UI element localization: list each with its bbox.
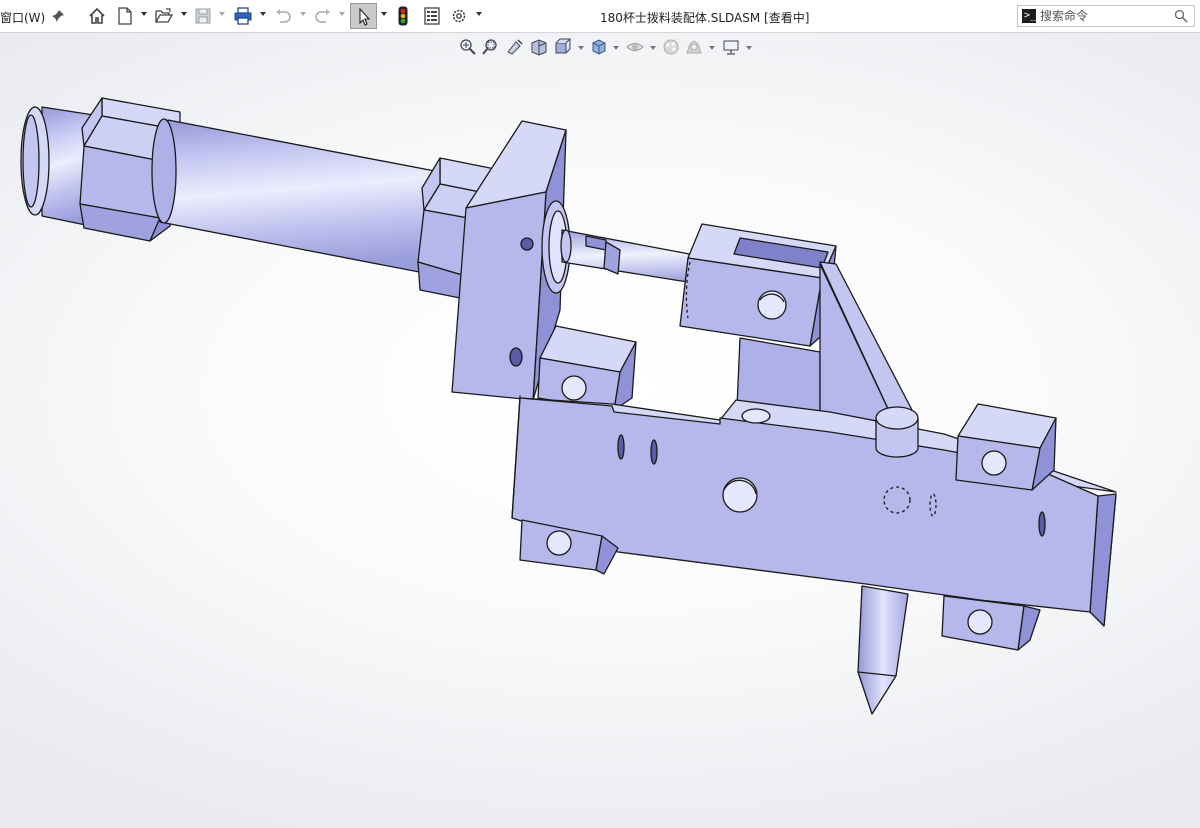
- command-prompt-icon: >_: [1022, 9, 1037, 23]
- previous-view-icon[interactable]: [506, 38, 524, 56]
- graphics-area[interactable]: [0, 33, 1200, 828]
- print-dropdown-caret[interactable]: [260, 12, 266, 16]
- gusset-rib[interactable]: [819, 261, 913, 431]
- rebuild-icon[interactable]: [396, 5, 410, 27]
- display-style-dropdown-caret[interactable]: [613, 46, 619, 50]
- pin-icon[interactable]: [49, 5, 67, 27]
- display-style-icon[interactable]: [590, 38, 608, 56]
- document-title: 180杯士拨料装配体.SLDASM [查看中]: [600, 11, 810, 25]
- section-view-icon[interactable]: [530, 38, 548, 56]
- undo-icon[interactable]: [273, 5, 293, 27]
- open-dropdown-caret[interactable]: [181, 12, 187, 16]
- print-icon[interactable]: [232, 5, 254, 27]
- search-icon[interactable]: [1174, 9, 1188, 23]
- redo-icon[interactable]: [313, 5, 333, 27]
- cylinder-barrel[interactable]: [151, 118, 441, 277]
- zoom-to-fit-icon[interactable]: [459, 38, 477, 56]
- undo-dropdown-caret[interactable]: [300, 12, 306, 16]
- view-orientation-dropdown-caret[interactable]: [578, 46, 584, 50]
- piston-rod[interactable]: [560, 229, 701, 285]
- apply-scene-icon[interactable]: [685, 38, 703, 56]
- hide-show-items-icon[interactable]: [626, 38, 644, 56]
- view-orientation-icon[interactable]: [554, 38, 572, 56]
- clevis-block[interactable]: [679, 223, 837, 347]
- locating-block-top-right[interactable]: [955, 403, 1057, 491]
- search-command-box[interactable]: >_: [1017, 5, 1195, 27]
- options-dropdown-caret[interactable]: [476, 12, 482, 16]
- save-icon[interactable]: [193, 5, 213, 27]
- edit-appearance-icon[interactable]: [662, 38, 680, 56]
- select-icon: [359, 7, 371, 26]
- apply-scene-dropdown-caret[interactable]: [709, 46, 715, 50]
- file-properties-icon[interactable]: [422, 5, 442, 27]
- options-icon[interactable]: [449, 5, 469, 27]
- assembly-model[interactable]: [0, 33, 1200, 828]
- select-dropdown-caret[interactable]: [381, 12, 387, 16]
- cutter-blade[interactable]: [857, 585, 909, 715]
- new-dropdown-caret[interactable]: [141, 12, 147, 16]
- redo-dropdown-caret[interactable]: [339, 12, 345, 16]
- menu-window[interactable]: 窗口(W): [0, 9, 45, 26]
- new-document-icon[interactable]: [115, 5, 135, 27]
- view-settings-icon[interactable]: [722, 38, 740, 56]
- view-settings-dropdown-caret[interactable]: [746, 46, 752, 50]
- locating-block-top-left[interactable]: [537, 325, 637, 411]
- open-icon[interactable]: [153, 5, 175, 27]
- save-dropdown-caret[interactable]: [219, 12, 225, 16]
- pivot-post[interactable]: [875, 406, 919, 458]
- search-input[interactable]: [1040, 7, 1168, 25]
- zoom-to-area-icon[interactable]: [482, 38, 500, 56]
- hide-show-dropdown-caret[interactable]: [650, 46, 656, 50]
- heads-up-view-toolbar: [0, 38, 1200, 58]
- home-icon[interactable]: [87, 5, 107, 27]
- select-button[interactable]: [350, 3, 377, 29]
- title-bar: 窗口(W) 180杯士拨料装配体.SLDASM [查看中] >_ 搜索命令: [0, 0, 1200, 33]
